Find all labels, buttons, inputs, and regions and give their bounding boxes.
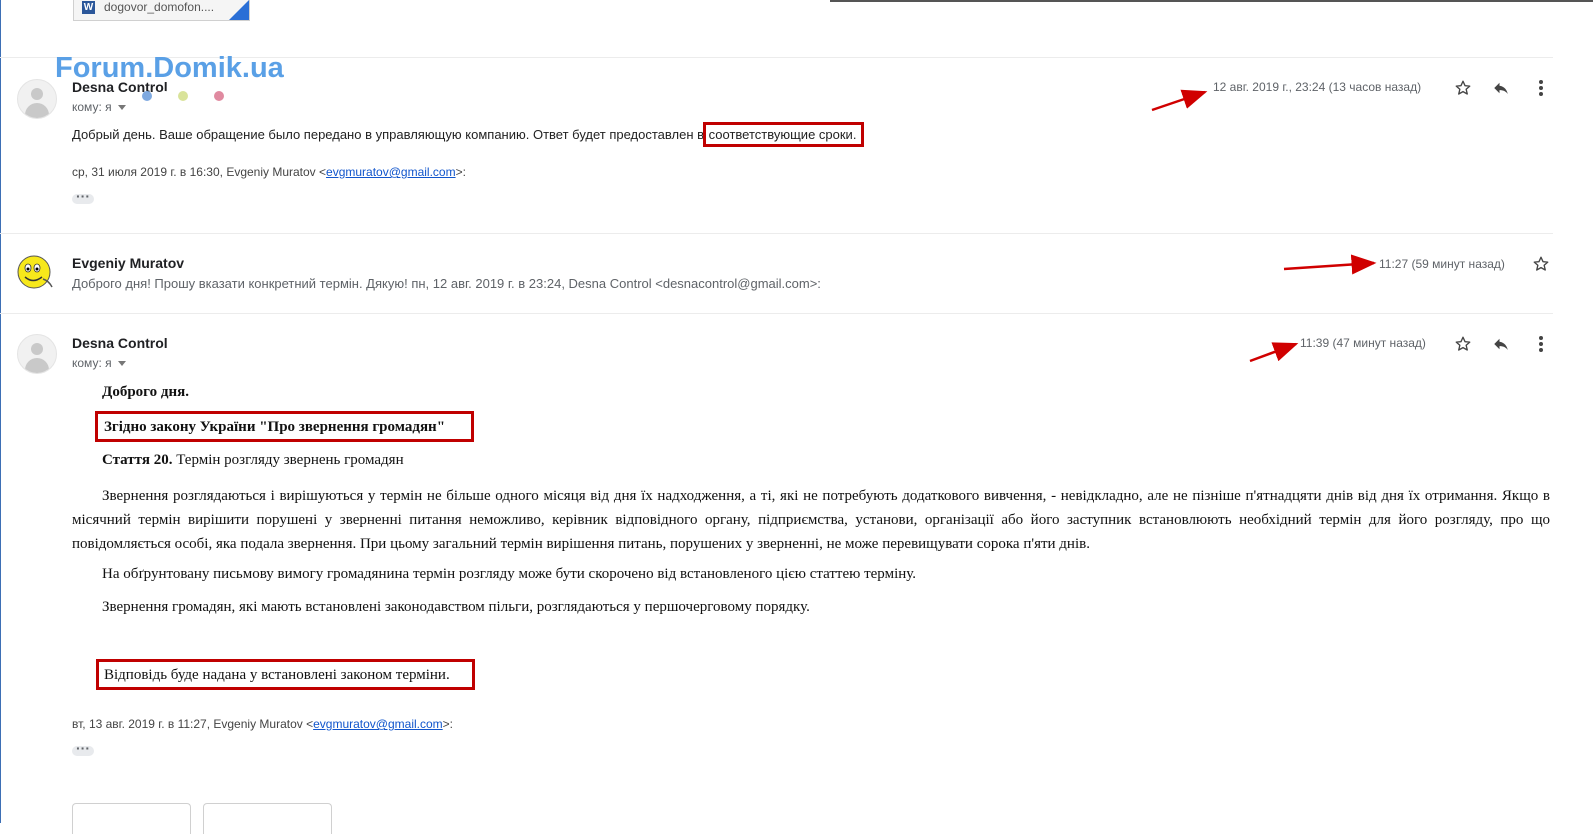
annotation-arrow	[1151, 89, 1208, 112]
annotation-arrows	[1151, 89, 1377, 363]
annotation-arrow	[1283, 254, 1377, 275]
annotation-arrow	[1249, 342, 1299, 363]
